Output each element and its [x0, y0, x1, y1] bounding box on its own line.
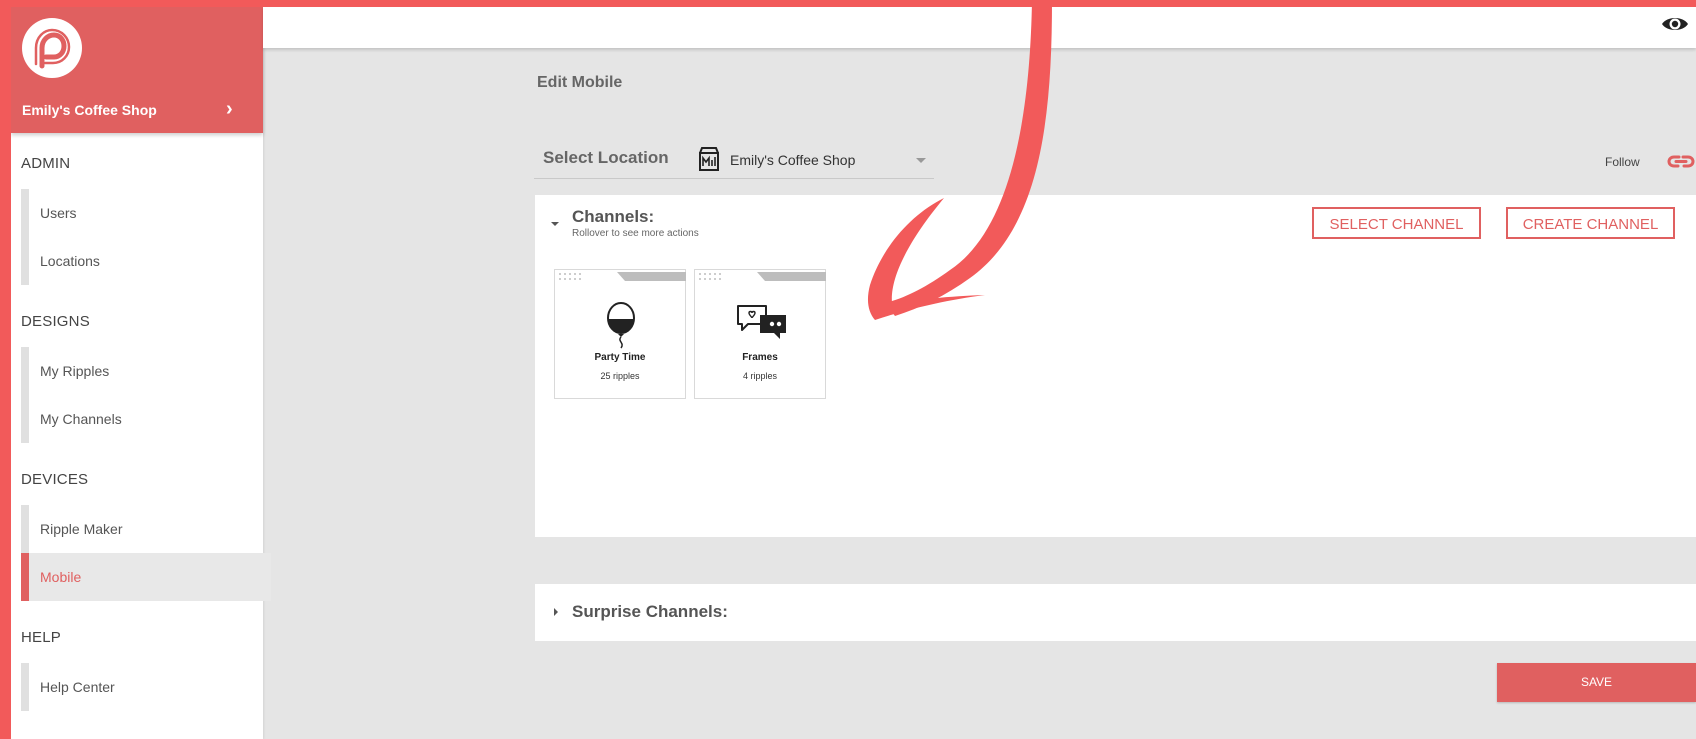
channels-panel: Channels: Rollover to see more actions S…: [535, 195, 1696, 537]
sidebar-item-ripple-maker[interactable]: Ripple Maker: [29, 505, 271, 553]
balloon-icon: [607, 302, 635, 349]
sidebar-item-help-center[interactable]: Help Center: [29, 663, 271, 711]
sidebar-item-my-channels[interactable]: My Channels: [29, 395, 271, 443]
section-admin: ADMIN: [21, 155, 71, 172]
sidebar-item-my-ripples[interactable]: My Ripples: [29, 347, 271, 395]
follow-label: Follow: [1605, 155, 1640, 169]
logo-icon: [34, 28, 71, 69]
page-title: Edit Mobile: [537, 74, 623, 91]
channel-card[interactable]: Party Time 25 ripples: [554, 269, 686, 399]
section-designs: DESIGNS: [21, 313, 90, 330]
chat-bubbles-icon: [737, 305, 786, 339]
card-title: Frames: [742, 352, 778, 363]
location-name: Emily's Coffee Shop: [22, 102, 157, 118]
card-ripple-count: 4 ripples: [742, 371, 778, 381]
selected-location: Emily's Coffee Shop: [730, 152, 856, 168]
dropdown-caret-icon[interactable]: [916, 158, 926, 163]
admin-group: Users Locations: [21, 189, 271, 285]
channels-subtitle: Rollover to see more actions: [572, 228, 699, 239]
link-icon[interactable]: [1666, 152, 1696, 170]
expand-caret-icon[interactable]: [554, 608, 558, 616]
section-help: HELP: [21, 629, 61, 646]
save-button[interactable]: SAVE: [1497, 663, 1696, 702]
help-group: Help Center: [21, 663, 271, 711]
surprise-channels-panel[interactable]: Surprise Channels:: [535, 584, 1696, 641]
brand-logo[interactable]: [22, 18, 82, 78]
card-title: Party Time: [594, 352, 646, 363]
folder-tab-icon: [559, 272, 686, 281]
card-ripple-count: 25 ripples: [600, 371, 640, 381]
app-window: Emily's Coffee Shop › ADMIN Users Locati…: [11, 7, 1696, 739]
collapse-caret-icon[interactable]: [551, 222, 559, 226]
sidebar: Emily's Coffee Shop › ADMIN Users Locati…: [11, 7, 271, 739]
surprise-channels-title: Surprise Channels:: [572, 602, 728, 621]
eye-icon[interactable]: [1660, 13, 1690, 35]
sidebar-item-users[interactable]: Users: [29, 189, 271, 237]
channel-card[interactable]: Frames 4 ripples: [694, 269, 826, 399]
sidebar-item-mobile[interactable]: Mobile: [21, 553, 271, 601]
location-select[interactable]: Select Location Emily's Coffee Shop: [534, 143, 934, 179]
sidebar-item-locations[interactable]: Locations: [29, 237, 271, 285]
devices-group: Ripple Maker Mobile: [21, 505, 271, 601]
folder-tab-icon: [699, 272, 826, 281]
designs-group: My Ripples My Channels: [21, 347, 271, 443]
section-devices: DEVICES: [21, 471, 89, 488]
top-bar: [263, 7, 1696, 48]
chevron-right-icon[interactable]: ›: [226, 98, 233, 121]
select-location-label: Select Location: [543, 148, 669, 167]
sidebar-header: Emily's Coffee Shop ›: [11, 7, 263, 133]
channels-title: Channels:: [572, 207, 655, 226]
select-channel-button[interactable]: SELECT CHANNEL: [1312, 207, 1481, 239]
create-channel-button[interactable]: CREATE CHANNEL: [1506, 207, 1675, 239]
shop-icon: [699, 147, 719, 171]
